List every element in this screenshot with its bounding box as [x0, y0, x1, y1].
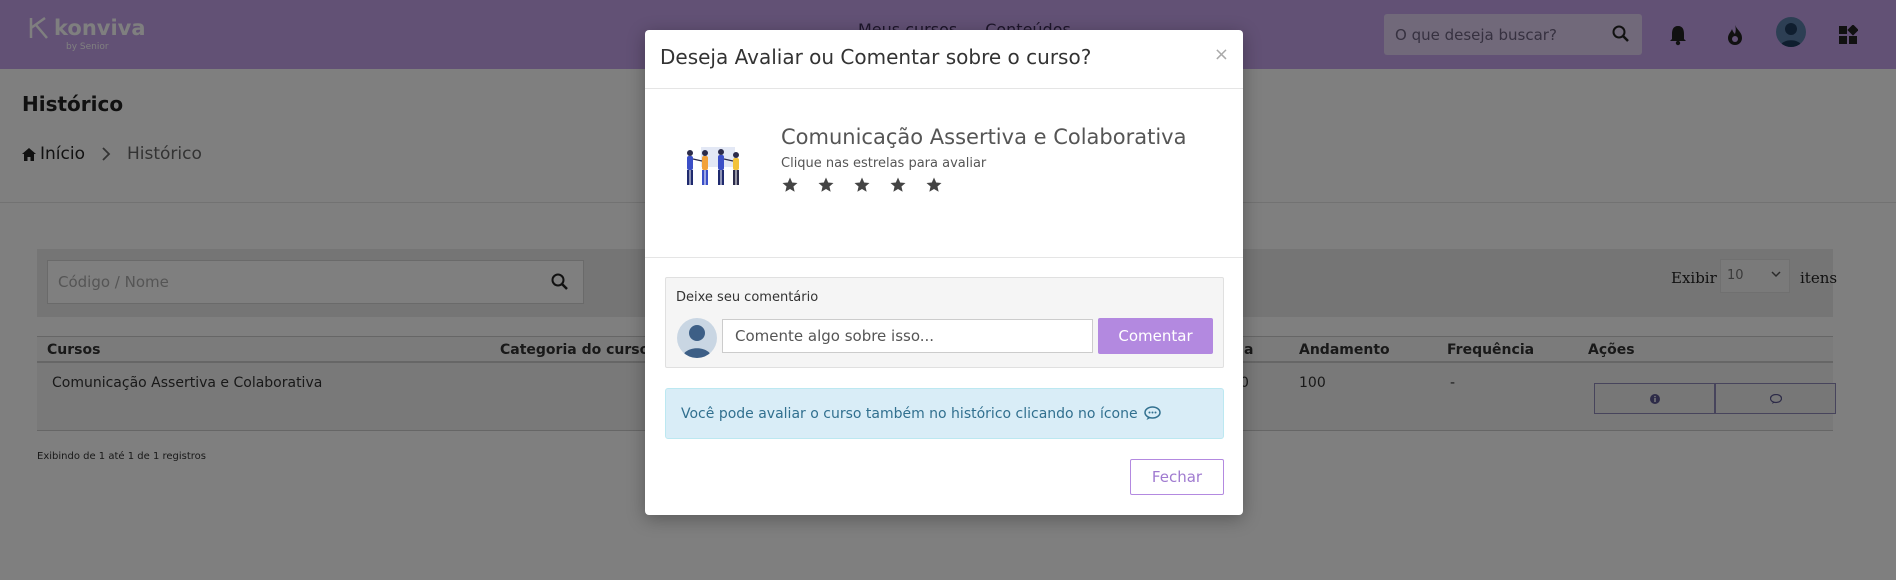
- star-icon-5[interactable]: [925, 176, 943, 194]
- course-illustration: [687, 147, 739, 185]
- comment-button[interactable]: Comentar: [1098, 318, 1213, 354]
- commenter-avatar: [677, 318, 717, 358]
- rating-hint: Clique nas estrelas para avaliar: [781, 156, 987, 171]
- rating-modal: Deseja Avaliar ou Comentar sobre o curso…: [645, 30, 1243, 515]
- star-icon-2[interactable]: [817, 176, 835, 194]
- comment-label: Deixe seu comentário: [676, 290, 819, 305]
- info-alert-text: Você pode avaliar o curso também no hist…: [681, 405, 1138, 422]
- star-icon-4[interactable]: [889, 176, 907, 194]
- comment-input[interactable]: [722, 319, 1093, 353]
- close-button[interactable]: Fechar: [1130, 459, 1224, 495]
- star-icon-3[interactable]: [853, 176, 871, 194]
- star-rating: [781, 176, 943, 194]
- star-icon-1[interactable]: [781, 176, 799, 194]
- course-summary: Comunicação Assertiva e Colaborativa Cli…: [645, 89, 1243, 258]
- course-name: Comunicação Assertiva e Colaborativa: [781, 125, 1187, 149]
- info-alert: Você pode avaliar o curso também no hist…: [665, 388, 1224, 439]
- close-icon[interactable]: ×: [1214, 44, 1229, 65]
- comment-panel: Deixe seu comentário Comentar: [665, 277, 1224, 368]
- user-silhouette-icon: [682, 325, 712, 358]
- modal-header: Deseja Avaliar ou Comentar sobre o curso…: [645, 30, 1243, 89]
- modal-title: Deseja Avaliar ou Comentar sobre o curso…: [660, 45, 1092, 69]
- comment-dots-icon: [1143, 406, 1161, 420]
